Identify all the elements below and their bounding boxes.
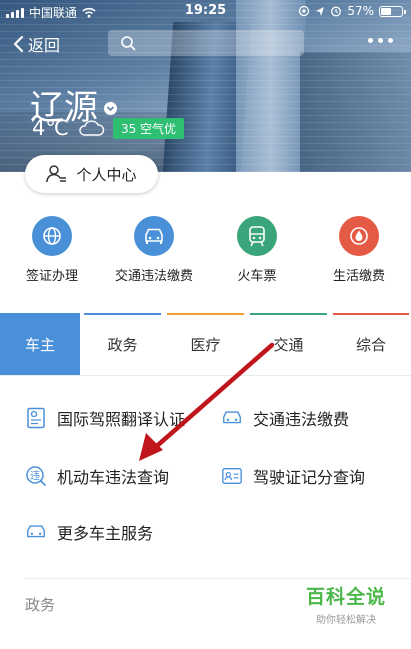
car-icon: [221, 407, 243, 429]
car-icon: [134, 216, 174, 256]
service-label: 更多车主服务: [57, 524, 154, 543]
tab-government[interactable]: 政务: [82, 313, 163, 375]
service-intl-license-translation[interactable]: 国际驾照翻译认证: [25, 406, 185, 430]
service-label: 国际驾照翻译认证: [57, 410, 186, 429]
category-tabs: 车主 政务 医疗 交通 综合: [0, 313, 411, 376]
tab-label: 综合: [355, 335, 386, 354]
quick-item-train-ticket[interactable]: 火车票: [206, 216, 308, 284]
tab-car-owner[interactable]: 车主: [0, 313, 80, 375]
dropdown-icon: [104, 102, 117, 115]
personal-center-label: 个人中心: [76, 165, 137, 184]
train-icon: [237, 216, 277, 256]
watermark-logo: 百科全说 助你轻松解决: [296, 582, 396, 626]
search-input[interactable]: [108, 30, 304, 56]
watermark-subtitle: 助你轻松解决: [316, 615, 376, 626]
personal-center-button[interactable]: 个人中心: [25, 155, 158, 193]
tab-transport[interactable]: 交通: [248, 313, 329, 375]
city-banner: 中国联通 19:25 57% 返回 辽源 4℃ 35 空气优: [0, 0, 411, 172]
service-more-car-owner[interactable]: 更多车主服务: [25, 520, 153, 544]
air-quality-badge: 35 空气优: [112, 117, 185, 139]
tab-label: 车主: [24, 335, 55, 354]
alarm-icon: [331, 6, 342, 17]
service-label: 机动车违法查询: [57, 468, 170, 487]
quick-item-utility-bill[interactable]: 生活缴费: [308, 216, 410, 284]
quick-item-label: 火车票: [237, 269, 277, 284]
service-license-points-query[interactable]: 驾驶证记分查询: [221, 464, 365, 488]
location-icon: [316, 6, 325, 16]
tab-comprehensive[interactable]: 综合: [331, 313, 411, 375]
top-nav: 返回: [0, 28, 411, 60]
weather-info: 4℃ 35 空气优: [32, 116, 185, 140]
orientation-lock-icon: [299, 5, 310, 17]
section-divider: [24, 578, 411, 579]
service-label: 驾驶证记分查询: [253, 468, 366, 487]
tab-label: 政务: [107, 335, 138, 354]
back-button[interactable]: 返回: [12, 32, 60, 56]
document-icon: [25, 407, 47, 429]
tab-medical[interactable]: 医疗: [165, 313, 246, 375]
status-bar: 中国联通 19:25 57%: [0, 0, 411, 22]
watermark-title: 百科全说: [305, 586, 386, 608]
tab-label: 交通: [273, 335, 304, 354]
globe-icon: [32, 216, 72, 256]
car-icon: [25, 521, 47, 543]
quick-item-label: 签证办理: [25, 269, 78, 284]
tab-label: 医疗: [190, 335, 221, 354]
quick-services: 签证办理 交通违法缴费 火车票 生活缴费: [0, 216, 411, 286]
quick-item-label: 生活缴费: [332, 269, 385, 284]
quick-item-label: 交通违法缴费: [114, 269, 193, 284]
search-icon: [121, 36, 136, 51]
service-traffic-fine-payment[interactable]: 交通违法缴费: [221, 406, 349, 430]
section-title-government: 政务: [25, 596, 56, 614]
back-label: 返回: [28, 36, 61, 55]
violation-search-icon: 违: [25, 465, 47, 487]
chevron-left-icon: [13, 35, 24, 53]
service-vehicle-violation-query[interactable]: 违 机动车违法查询: [25, 464, 169, 488]
license-card-icon: [221, 465, 243, 487]
quick-item-traffic-fine[interactable]: 交通违法缴费: [103, 216, 205, 284]
battery-percent: 57%: [347, 4, 374, 18]
more-options-button[interactable]: [368, 38, 393, 43]
svg-text:违: 违: [30, 470, 40, 482]
water-drop-icon: [339, 216, 379, 256]
battery-icon: [379, 5, 406, 17]
cloud-icon: [79, 120, 105, 136]
service-label: 交通违法缴费: [253, 410, 350, 429]
quick-item-visa[interactable]: 签证办理: [1, 216, 103, 284]
temperature: 4℃: [32, 116, 69, 140]
user-list-icon: [46, 165, 67, 183]
